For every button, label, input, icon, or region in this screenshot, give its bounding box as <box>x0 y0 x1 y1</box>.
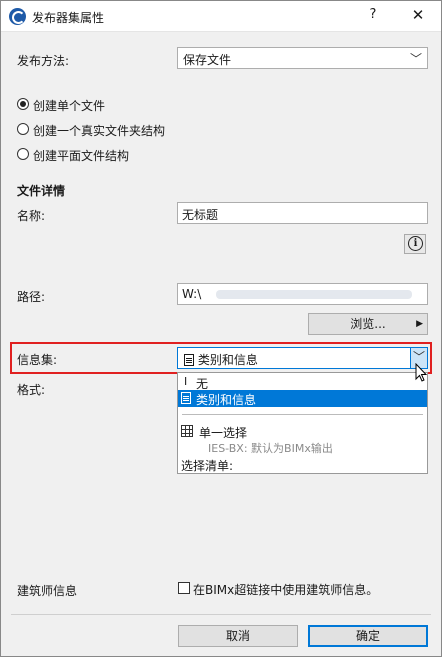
window-title: 发布器集属性 <box>32 11 105 25</box>
architect-info-checkbox[interactable] <box>178 582 190 594</box>
grid-icon <box>181 425 193 437</box>
radio-button[interactable] <box>17 148 29 160</box>
path-value: W:\ <box>182 287 202 301</box>
file-details-heading: 文件详情 <box>17 184 66 198</box>
name-label: 名称: <box>17 209 46 223</box>
path-redacted <box>216 290 412 299</box>
info-set-label: 信息集: <box>17 353 58 367</box>
publish-method-value: 保存文件 <box>183 53 232 67</box>
architect-info-label: 建筑师信息 <box>17 584 78 598</box>
help-button[interactable]: ? <box>366 7 380 22</box>
radio-button-checked[interactable] <box>17 98 29 110</box>
dialog-window: 发布器集属性 ? ✕ 发布方法: 保存文件 ﹀ 创建单个文件 创建一个真实文件夹… <box>0 0 442 657</box>
name-field[interactable]: 无标题 <box>177 202 428 224</box>
ok-button[interactable]: 确定 <box>308 625 428 647</box>
option-category-info[interactable]: 类别和信息 <box>178 390 427 407</box>
info-set-value-wrap: 类别和信息 <box>184 351 258 368</box>
close-button[interactable]: ✕ <box>409 6 427 24</box>
architect-info-checkbox-label[interactable]: 在BIMx超链接中使用建筑师信息。 <box>193 581 378 598</box>
info-set-dropdown[interactable]: 类别和信息 ﹀ <box>177 347 428 369</box>
footer-divider <box>11 614 431 615</box>
archicad-app-icon <box>9 8 26 25</box>
title-bar: 发布器集属性 ? ✕ <box>1 1 441 32</box>
path-label: 路径: <box>17 290 46 304</box>
publish-method-dropdown[interactable]: 保存文件 ﹀ <box>177 47 428 69</box>
divider <box>182 414 423 415</box>
option-label: 单一选择 <box>199 426 248 440</box>
browse-button[interactable]: 浏览... ▶ <box>308 313 428 335</box>
option-none[interactable]: I 无 <box>178 374 427 391</box>
single-select-note: IES-BX: 默认为BIMx输出 <box>208 442 333 455</box>
chevron-down-icon: ﹀ <box>409 52 422 66</box>
document-icon <box>184 354 194 366</box>
option-label: 类别和信息 <box>196 393 257 407</box>
browse-label: 浏览... <box>350 317 386 331</box>
info-button[interactable]: i <box>404 234 426 254</box>
triangle-right-icon: ▶ <box>416 319 423 329</box>
radio-label: 创建单个文件 <box>33 99 106 113</box>
radio-button[interactable] <box>17 123 29 135</box>
path-field[interactable]: W:\ <box>177 283 428 305</box>
select-list-label[interactable]: 选择清单: <box>181 457 233 474</box>
name-value: 无标题 <box>182 208 219 222</box>
cancel-button[interactable]: 取消 <box>178 625 298 647</box>
format-label: 格式: <box>17 383 46 397</box>
text-cursor-icon: I <box>184 375 188 388</box>
option-single-select[interactable]: 单一选择 <box>178 423 427 440</box>
info-set-value: 类别和信息 <box>197 353 258 367</box>
info-icon: i <box>408 236 423 251</box>
radio-label: 创建一个真实文件夹结构 <box>33 124 166 138</box>
radio-label: 创建平面文件结构 <box>33 149 130 163</box>
publish-method-label: 发布方法: <box>17 54 70 68</box>
document-icon <box>181 392 191 404</box>
info-set-popup: I 无 类别和信息 单一选择 IES-BX: 默认为BIMx输出 选择清单: <box>177 372 428 474</box>
mouse-pointer-icon <box>415 363 428 382</box>
